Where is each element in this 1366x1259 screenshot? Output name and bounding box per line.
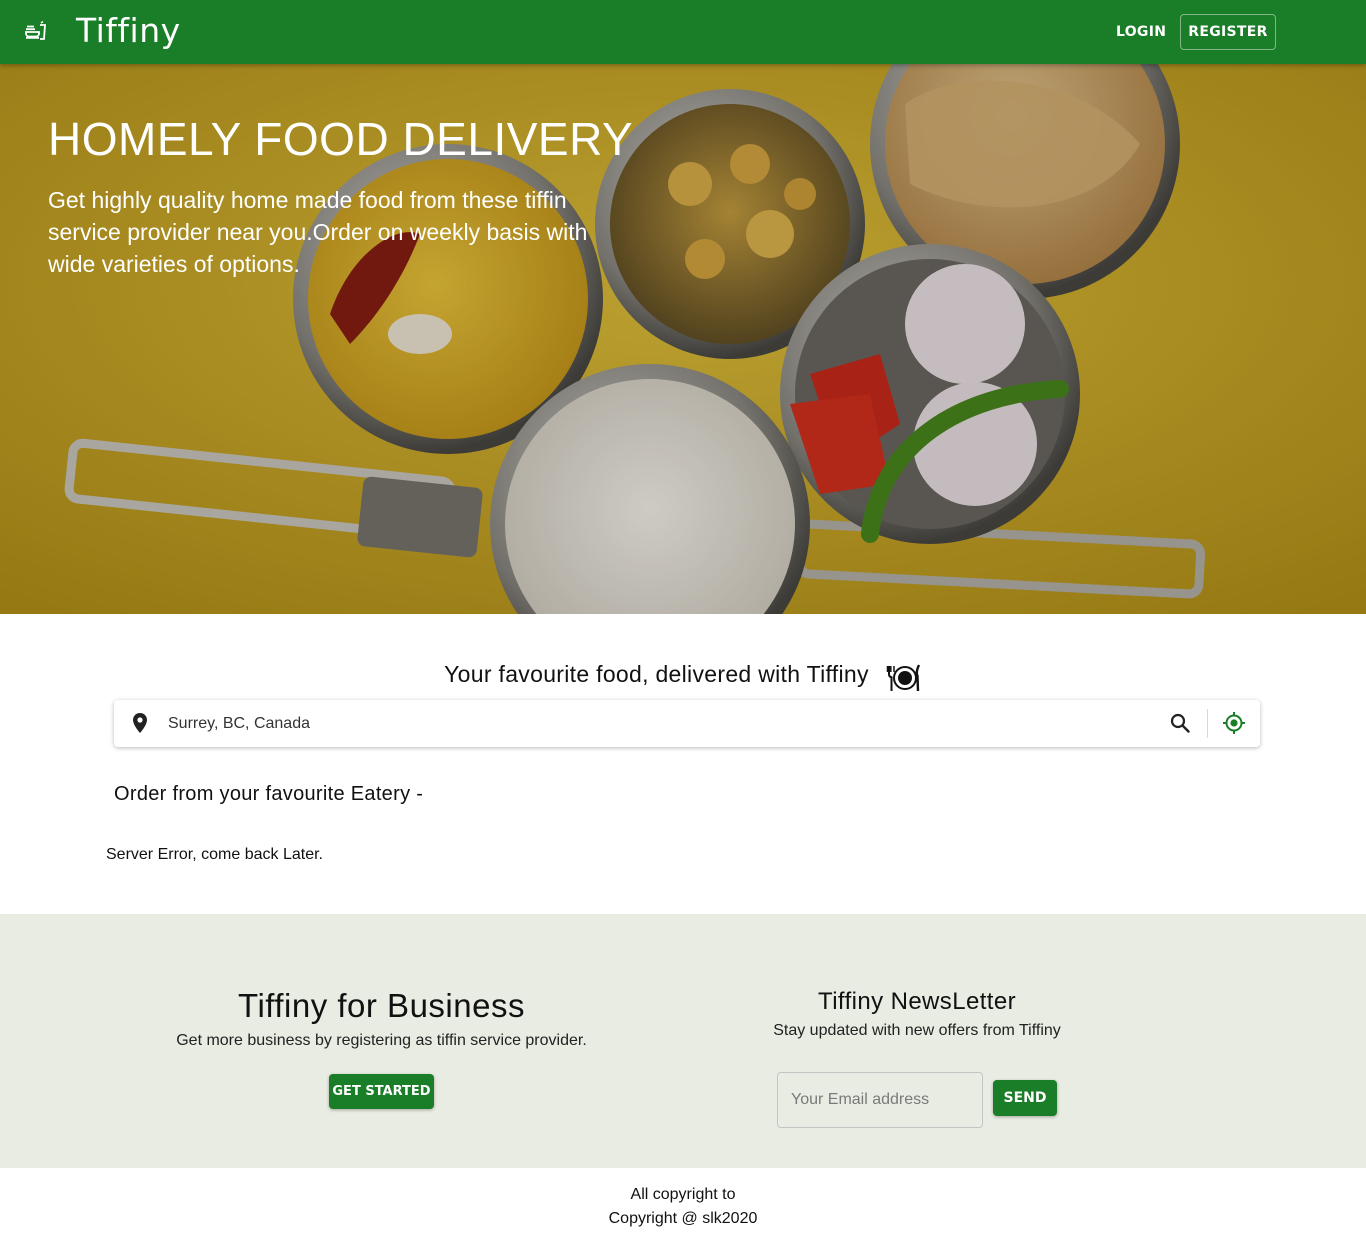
newsletter-send-button[interactable]: SEND	[993, 1080, 1057, 1116]
plate-cutlery-icon	[886, 663, 920, 691]
top-app-bar: Tiffiny LOGIN REGISTER	[0, 0, 1366, 64]
newsletter-email-field[interactable]	[777, 1072, 983, 1128]
login-button[interactable]: LOGIN	[1100, 15, 1182, 49]
get-started-button[interactable]: GET STARTED	[329, 1074, 434, 1109]
tagline-row: Your favourite food, delivered with Tiff…	[0, 656, 1366, 693]
register-button[interactable]: REGISTER	[1180, 14, 1276, 50]
location-input[interactable]	[168, 708, 1148, 739]
food-bowl-icon[interactable]	[24, 20, 48, 44]
server-error-message: Server Error, come back Later.	[106, 846, 323, 863]
tagline: Your favourite food, delivered with Tiff…	[444, 661, 869, 687]
footer-copyright-line: All copyright to	[630, 1186, 736, 1203]
eatery-heading: Order from your favourite Eatery -	[114, 783, 424, 805]
brand-name[interactable]: Tiffiny	[76, 11, 181, 51]
my-location-icon[interactable]	[1222, 711, 1246, 735]
newsletter-subtitle: Stay updated with new offers from Tiffin…	[773, 1022, 1061, 1039]
business-title: Tiffiny for Business	[238, 987, 525, 1024]
hero-banner: HOMELY FOOD DELIVERY Get highly quality …	[0, 64, 1366, 614]
footer-copyright-holder: Copyright @ slk2020	[608, 1210, 758, 1227]
footer: All copyright to Copyright @ slk2020	[0, 1168, 1366, 1259]
map-pin-icon	[133, 713, 147, 733]
hero-subtitle: Get highly quality home made food from t…	[48, 187, 588, 277]
search-icon[interactable]	[1169, 712, 1191, 734]
hero-title: HOMELY FOOD DELIVERY	[48, 113, 634, 165]
search-divider	[1207, 709, 1208, 738]
business-subtitle: Get more business by registering as tiff…	[176, 1032, 587, 1049]
promo-section: Tiffiny for Business Get more business b…	[0, 914, 1366, 1168]
newsletter-title: Tiffiny NewsLetter	[818, 988, 1016, 1015]
location-search-bar	[114, 700, 1260, 747]
